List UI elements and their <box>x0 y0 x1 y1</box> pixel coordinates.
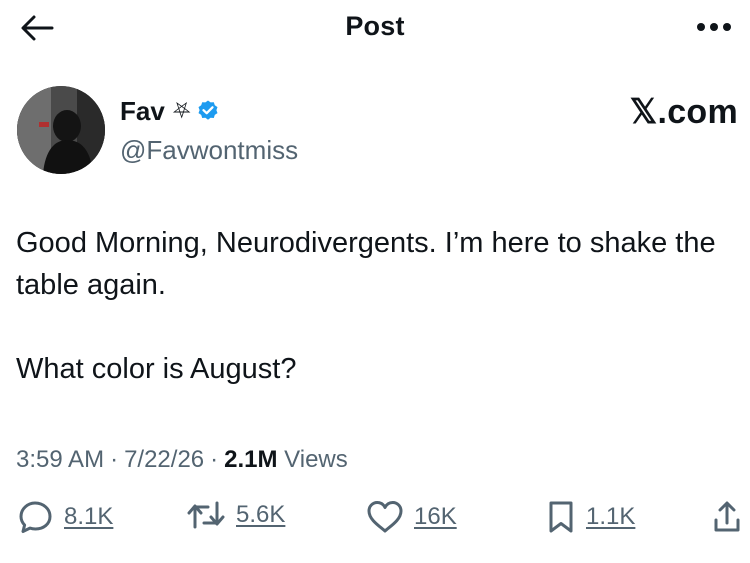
like-button[interactable]: 16K <box>366 500 457 534</box>
post-meta: 3:59 AM · 7/22/26 · 2.1M Views <box>16 446 348 474</box>
post-date[interactable]: 7/22/26 <box>124 446 204 474</box>
repost-count: 5.6K <box>236 501 286 528</box>
views-count: 2.1M <box>224 446 278 473</box>
bookmark-button[interactable]: 1.1K <box>546 500 635 534</box>
reply-button[interactable]: 8.1K <box>18 500 113 534</box>
repost-icon <box>187 501 225 529</box>
post-paragraph: What color is August? <box>16 353 297 385</box>
post-paragraph: Good Morning, Neurodivergents. I’m here … <box>16 227 716 301</box>
author-info: Fav ⛧ @Favwontmiss <box>120 95 298 166</box>
meta-separator: · <box>210 446 219 473</box>
pentagram-symbol: ⛧ <box>172 98 191 123</box>
like-count: 16K <box>414 503 457 530</box>
avatar[interactable] <box>17 86 105 174</box>
post-text: Good Morning, Neurodivergents. I’m here … <box>16 222 746 390</box>
bookmark-count: 1.1K <box>586 503 636 530</box>
post-time[interactable]: 3:59 AM <box>16 446 104 474</box>
author-name[interactable]: Fav <box>120 96 165 127</box>
reply-icon <box>19 501 52 533</box>
repost-button[interactable]: 5.6K <box>186 500 285 530</box>
reply-count: 8.1K <box>64 503 114 530</box>
x-com-watermark: 𝕏.com <box>629 93 738 131</box>
top-bar: Post <box>0 0 750 58</box>
avatar-photo <box>17 86 105 174</box>
meta-separator: · <box>110 446 119 473</box>
more-dots-icon <box>697 23 731 31</box>
verified-badge-icon <box>196 99 220 123</box>
share-icon <box>714 501 740 532</box>
author-handle[interactable]: @Favwontmiss <box>120 135 298 166</box>
bookmark-icon <box>549 501 573 533</box>
heart-icon <box>367 501 403 533</box>
more-button[interactable] <box>692 12 736 42</box>
views-label: Views <box>284 446 348 473</box>
action-bar: 8.1K 5.6K 16K 1.1K <box>0 500 750 546</box>
page-title: Post <box>345 11 405 41</box>
share-button[interactable] <box>712 500 742 534</box>
